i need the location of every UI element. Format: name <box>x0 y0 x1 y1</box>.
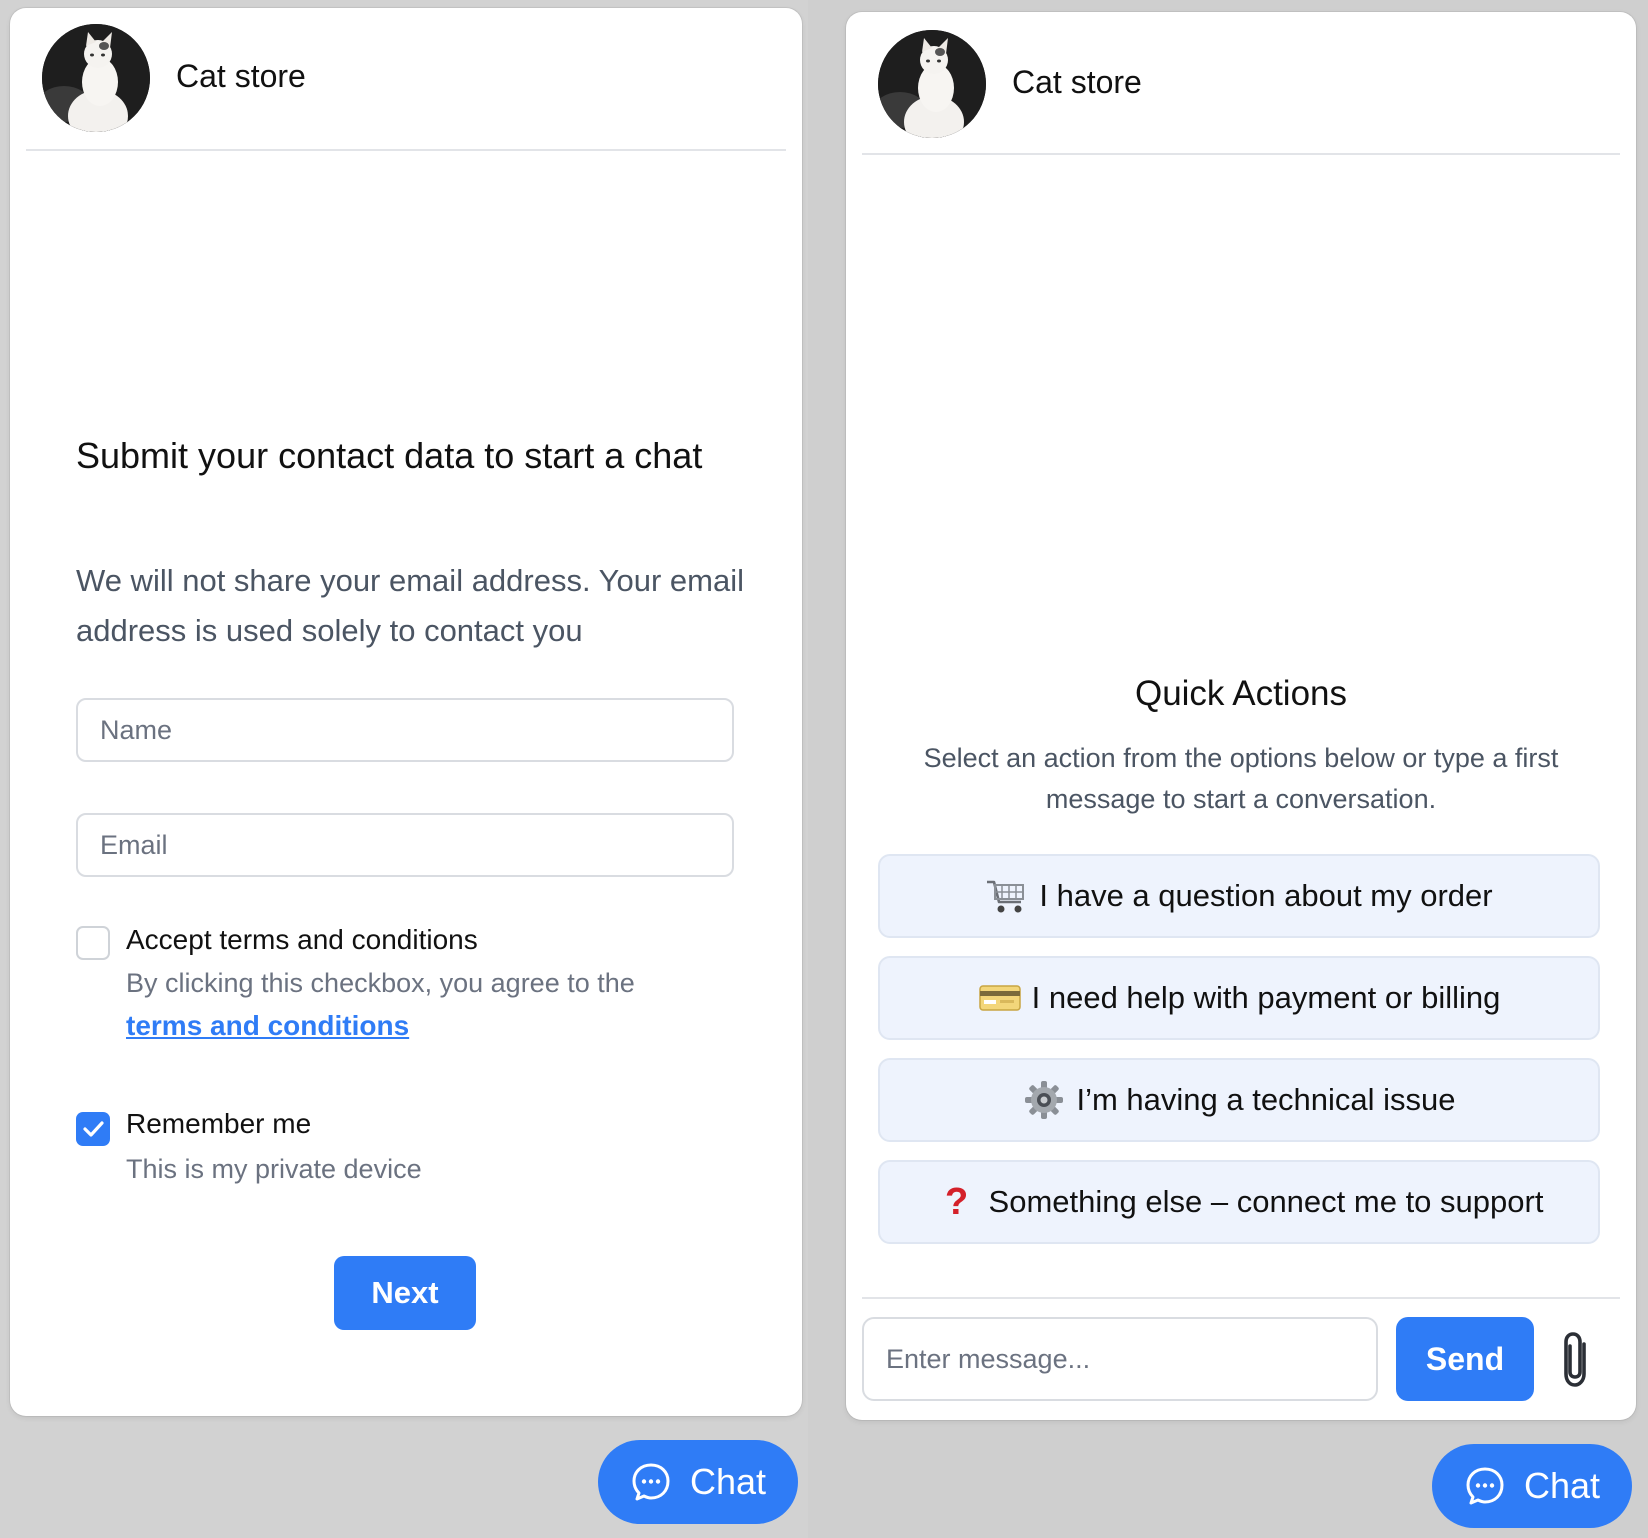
terms-description: By clicking this checkbox, you agree to … <box>126 968 635 998</box>
checkmark-icon <box>83 1121 104 1137</box>
paperclip-icon <box>1564 1332 1586 1387</box>
avatar <box>878 30 986 138</box>
quick-action-order-question[interactable]: I have a question about my order <box>878 854 1600 938</box>
quick-action-label: I’m having a technical issue <box>1076 1082 1456 1117</box>
terms-link[interactable]: terms and conditions <box>126 1010 409 1042</box>
store-name: Cat store <box>176 58 306 94</box>
chat-bubble-icon <box>632 1463 670 1501</box>
store-name: Cat store <box>1012 64 1142 100</box>
quick-action-label: Something else – connect me to support <box>988 1184 1544 1219</box>
send-button[interactable]: Send <box>1396 1317 1534 1401</box>
chat-launcher-label: Chat <box>1523 1465 1601 1506</box>
header-divider <box>26 149 786 151</box>
quick-action-payment-billing[interactable]: I need help with payment or billing <box>878 956 1600 1040</box>
avatar <box>42 24 150 132</box>
name-field[interactable] <box>76 698 734 762</box>
chat-launcher-button[interactable]: Chat <box>598 1440 798 1524</box>
email-field[interactable] <box>76 813 734 877</box>
chat-bubble-icon <box>1466 1467 1504 1505</box>
widget-header: Cat store <box>846 12 1636 154</box>
form-description: We will not share your email address. Yo… <box>76 563 744 648</box>
message-input[interactable] <box>862 1317 1378 1401</box>
header-divider <box>862 153 1620 155</box>
terms-checkbox[interactable] <box>76 926 110 960</box>
shopping-cart-icon <box>985 874 1029 918</box>
form-title: Submit your contact data to start a chat <box>76 435 703 476</box>
composer-divider <box>862 1297 1620 1299</box>
quick-action-technical-issue[interactable]: I’m having a technical issue <box>878 1058 1600 1142</box>
chat-launcher-button[interactable]: Chat <box>1432 1444 1632 1528</box>
remember-me-description: This is my private device <box>126 1154 422 1184</box>
chat-launcher-label: Chat <box>689 1461 767 1502</box>
attachment-button[interactable] <box>1554 1330 1600 1390</box>
next-button[interactable]: Next <box>334 1256 476 1330</box>
quick-action-other-support[interactable]: ? Something else – connect me to support <box>878 1160 1600 1244</box>
quick-action-label: I need help with payment or billing <box>1031 980 1501 1015</box>
widget-header: Cat store <box>10 8 802 150</box>
terms-label: Accept terms and conditions <box>126 924 478 955</box>
quick-actions-widget: Cat store Quick Actions Select an action… <box>846 12 1636 1420</box>
contact-form-widget: Cat store Submit your contact data to st… <box>10 8 802 1416</box>
quick-actions-title: Quick Actions <box>1134 674 1348 713</box>
credit-card-icon <box>978 976 1022 1020</box>
gear-icon <box>1022 1078 1066 1122</box>
quick-actions-description: Select an action from the options below … <box>923 743 1559 814</box>
quick-action-label: I have a question about my order <box>1039 878 1493 913</box>
remember-me-checkbox[interactable] <box>76 1112 110 1146</box>
question-mark-icon: ? <box>944 1180 969 1223</box>
remember-me-label: Remember me <box>126 1108 312 1139</box>
